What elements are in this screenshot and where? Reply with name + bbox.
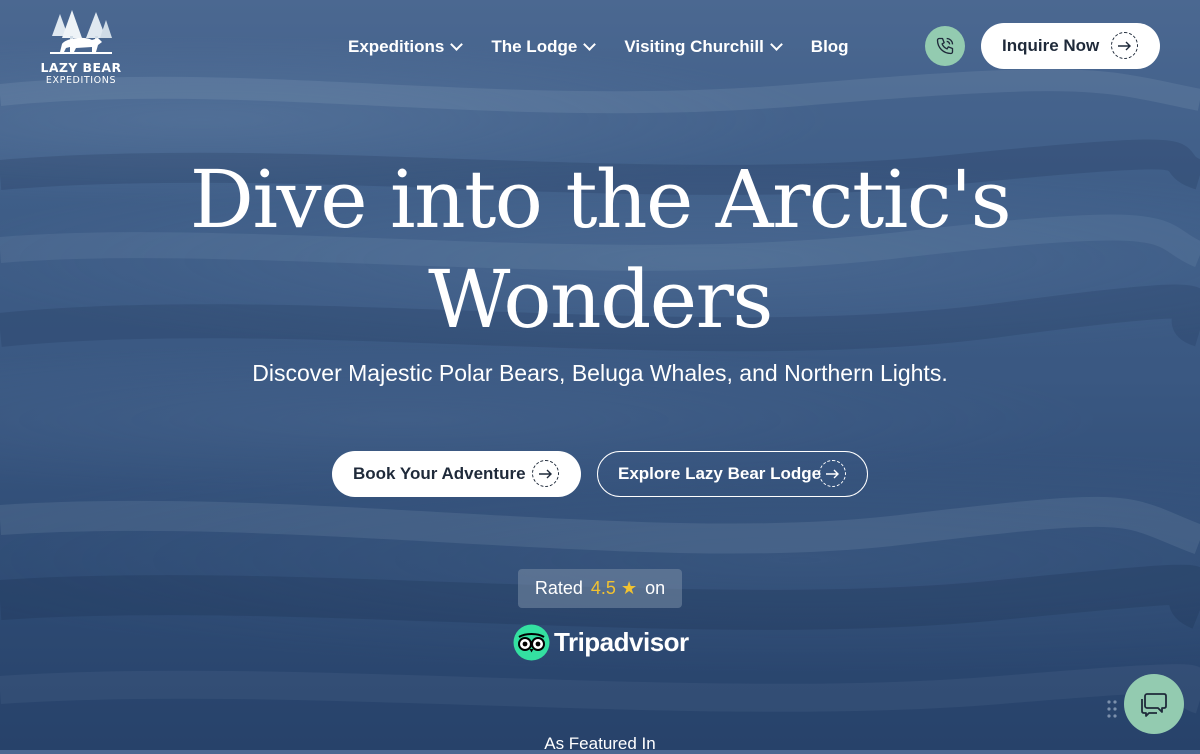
- arrow-right-icon: [532, 460, 559, 487]
- hero-headline: Dive into the Arctic's Wonders: [100, 150, 1100, 350]
- chevron-down-icon: [450, 38, 464, 51]
- tripadvisor-logo[interactable]: Tripadvisor: [513, 623, 689, 661]
- featured-in-heading: As Featured In: [544, 734, 656, 753]
- nav-item-expeditions[interactable]: Expeditions: [348, 37, 464, 57]
- nav-item-the-lodge[interactable]: The Lodge: [491, 37, 597, 57]
- explore-lodge-button[interactable]: Explore Lazy Bear Lodge: [597, 451, 868, 497]
- nav-item-label: Expeditions: [348, 37, 445, 56]
- brand-name: LAZY BEAR: [40, 60, 122, 75]
- rating-prefix: Rated: [534, 578, 583, 598]
- arrow-right-icon: [1111, 32, 1138, 59]
- hero-headline-line2: Wonders: [428, 253, 773, 346]
- nav-item-blog[interactable]: Blog: [811, 37, 849, 57]
- brand-tagline: EXPEDITIONS: [45, 75, 117, 86]
- book-adventure-button[interactable]: Book Your Adventure: [332, 451, 581, 497]
- hero-headline-line1: Dive into the Arctic's: [189, 153, 1012, 246]
- drag-handle-icon[interactable]: [1106, 699, 1118, 719]
- nav-item-label: Blog: [810, 37, 849, 56]
- rating-badge: Rated 4.5 ★ on: [518, 569, 682, 608]
- rating-suffix: on: [645, 578, 666, 598]
- chevron-down-icon: [769, 38, 783, 51]
- top-navigation: LAZY BEAR EXPEDITIONS Expeditions The Lo…: [0, 0, 1200, 95]
- inquire-now-button[interactable]: Inquire Now: [981, 23, 1160, 69]
- explore-lodge-label: Explore Lazy Bear Lodge: [618, 464, 822, 483]
- main-menu: Expeditions The Lodge Visiting Churchill…: [348, 34, 849, 60]
- chat-bubbles-icon: [1141, 693, 1167, 717]
- book-adventure-label: Book Your Adventure: [353, 464, 526, 483]
- polar-bear-trees-icon: [50, 10, 112, 54]
- nav-item-visiting-churchill[interactable]: Visiting Churchill: [624, 37, 783, 57]
- phone-icon: [936, 37, 954, 55]
- star-icon: ★: [620, 578, 638, 598]
- tripadvisor-owl-icon: [513, 624, 550, 660]
- nav-item-label: Visiting Churchill: [624, 37, 764, 56]
- inquire-now-label: Inquire Now: [1002, 36, 1100, 55]
- tripadvisor-wordmark: Tripadvisor: [554, 626, 689, 657]
- arrow-right-icon: [819, 460, 846, 487]
- chat-widget-button[interactable]: [1124, 674, 1184, 734]
- hero-subheading: Discover Majestic Polar Bears, Beluga Wh…: [252, 360, 948, 386]
- brand-logo[interactable]: LAZY BEAR EXPEDITIONS: [40, 8, 122, 88]
- phone-button[interactable]: [925, 26, 965, 66]
- rating-value: 4.5 ★: [591, 578, 637, 599]
- nav-item-label: The Lodge: [491, 37, 578, 56]
- rating-number: 4.5: [590, 578, 616, 598]
- chevron-down-icon: [583, 38, 597, 51]
